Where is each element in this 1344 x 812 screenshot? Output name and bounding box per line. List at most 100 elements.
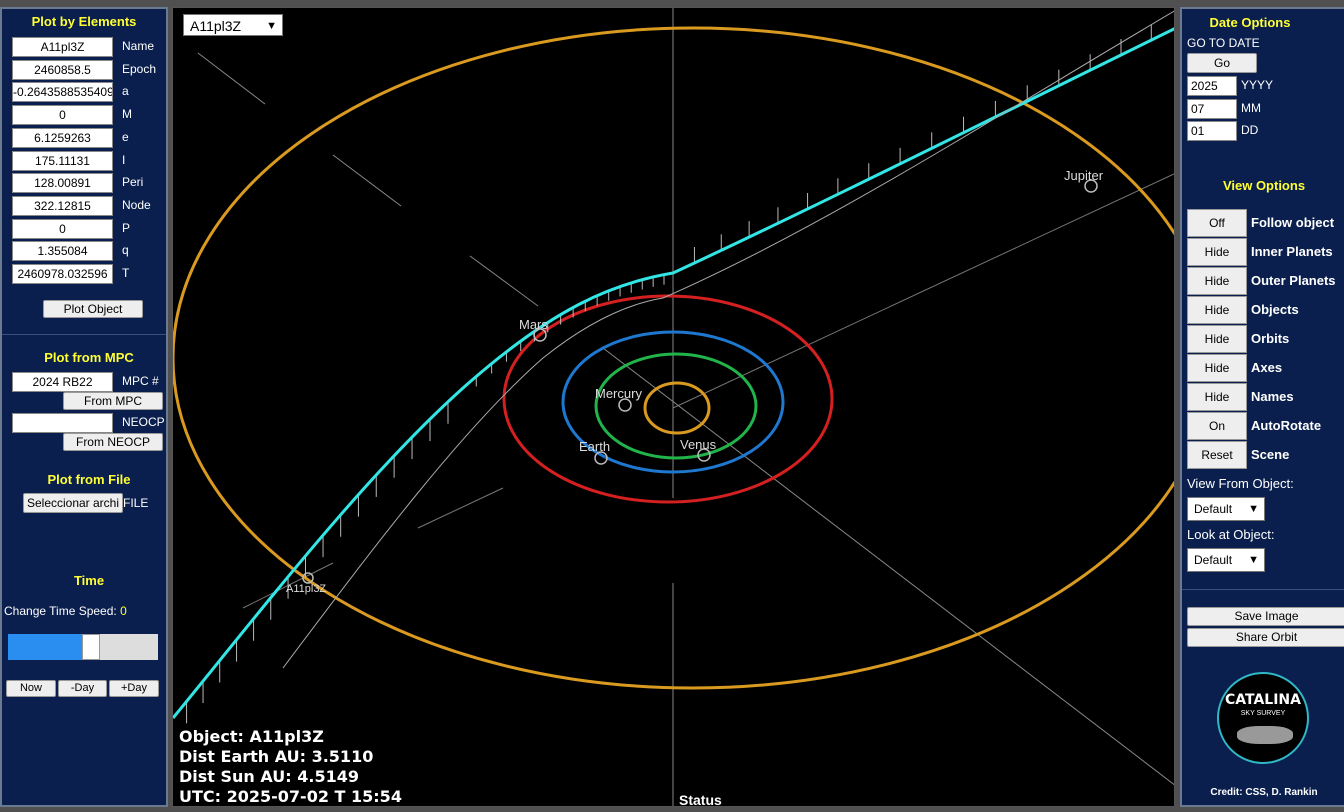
minus-day-button[interactable]: -Day (58, 680, 107, 697)
element-label-t: T (122, 266, 130, 280)
time-speed-row: Change Time Speed: 0 (4, 604, 127, 618)
speed-label: Change Time Speed: (4, 604, 117, 618)
chevron-down-icon: ▼ (266, 20, 277, 32)
axis-segment (469, 255, 539, 307)
comet-orbit-projection (282, 10, 1174, 669)
month-input[interactable]: 07 (1187, 99, 1237, 119)
view-label-objects: Objects (1251, 302, 1299, 317)
look-at-value: Default (1194, 553, 1233, 567)
element-field-node[interactable]: 322.12815 (12, 195, 113, 216)
view-toggle-follow-object[interactable]: Off (1187, 209, 1247, 237)
now-button[interactable]: Now (6, 680, 56, 697)
element-label-name: Name (122, 39, 155, 53)
element-field-i[interactable]: 175.11131 (12, 150, 113, 171)
mpc-title: Plot from MPC (44, 350, 134, 365)
look-at-select[interactable]: Default ▼ (1187, 548, 1265, 572)
goto-date-label: GO TO DATE (1187, 36, 1260, 50)
venus-label: Venus (680, 437, 717, 452)
divider (2, 334, 166, 335)
view-label-inner-planets: Inner Planets (1251, 244, 1333, 259)
view-label-outer-planets: Outer Planets (1251, 273, 1336, 288)
chevron-down-icon: ▼ (1248, 554, 1259, 566)
element-label-e: e (122, 129, 129, 144)
catalina-logo: CATALINA SKY SURVEY (1217, 672, 1309, 764)
element-field-e[interactable]: 6.1259263 (12, 127, 113, 148)
day-label: DD (1241, 123, 1259, 137)
credit-text: Credit: CSS, D. Rankin (1210, 787, 1318, 798)
view-toggle-scene[interactable]: Reset (1187, 441, 1247, 469)
comet-drop-lines (186, 24, 1152, 724)
speed-value: 0 (120, 604, 127, 618)
element-label-node: Node (122, 197, 151, 212)
view-label-orbits: Orbits (1251, 331, 1290, 346)
element-label-m: M (122, 107, 132, 122)
mars-label: Mars (519, 317, 548, 332)
elements-title: Plot by Elements (31, 14, 137, 29)
asteroid-icon (1237, 726, 1293, 744)
view-toggle-outer-planets[interactable]: Hide (1187, 267, 1247, 295)
logo-line1: CATALINA (1224, 692, 1301, 708)
file-title: Plot from File (47, 472, 131, 487)
view-toggle-inner-planets[interactable]: Hide (1187, 238, 1247, 266)
view-toggle-autorotate[interactable]: On (1187, 412, 1247, 440)
view-from-label: View From Object: (1187, 476, 1294, 491)
view-label-axes: Axes (1251, 360, 1283, 375)
orbit-canvas[interactable]: Mars Mercury Earth Venus Jupiter A11pl3Z (173, 8, 1175, 807)
date-options-title: Date Options (1209, 15, 1291, 30)
view-toggle-axes[interactable]: Hide (1187, 354, 1247, 382)
element-field-name[interactable]: A11pl3Z (12, 37, 113, 57)
neocp-input[interactable] (12, 413, 113, 433)
view-from-value: Default (1194, 502, 1233, 516)
view-from-select[interactable]: Default ▼ (1187, 497, 1265, 521)
status-label: Status (679, 792, 722, 807)
object-select-value: A11pl3Z (190, 18, 242, 34)
view-toggle-orbits[interactable]: Hide (1187, 325, 1247, 353)
plot-object-button[interactable]: Plot Object (43, 300, 143, 318)
element-label-q: q (122, 243, 129, 258)
element-label-p: P (122, 220, 131, 235)
z-axis (672, 173, 1174, 409)
info-dist-sun: Dist Sun AU: 4.5149 (179, 767, 359, 786)
slider-fill (8, 634, 83, 660)
day-input[interactable]: 01 (1187, 121, 1237, 141)
element-field-m[interactable]: 0 (12, 105, 113, 126)
view-toggle-names[interactable]: Hide (1187, 383, 1247, 411)
element-label-i: I (122, 152, 126, 167)
view-label-follow-object: Follow object (1251, 215, 1335, 230)
element-field-epoch[interactable]: 2460858.5 (12, 59, 113, 80)
go-button[interactable]: Go (1187, 53, 1257, 73)
axis-segment (197, 52, 266, 105)
element-label-a: a (122, 84, 129, 99)
element-field-a[interactable]: -0.26435885354096 (12, 82, 113, 103)
element-field-t[interactable]: 2460978.032596 (12, 264, 113, 284)
choose-file-button[interactable]: Seleccionar archi (23, 493, 123, 513)
save-image-button[interactable]: Save Image (1187, 607, 1344, 626)
mercury-label: Mercury (595, 386, 642, 401)
object-select[interactable]: A11pl3Z ▼ (183, 14, 283, 36)
element-field-peri[interactable]: 128.00891 (12, 173, 113, 194)
element-field-p[interactable]: 0 (12, 218, 113, 239)
divider (1182, 589, 1344, 590)
orbit-scene[interactable]: Mars Mercury Earth Venus Jupiter A11pl3Z… (172, 7, 1175, 807)
object-label: A11pl3Z (286, 583, 326, 595)
left-panel: Plot by Elements A11pl3Z Name 2460858.5 Epo… (0, 7, 168, 807)
look-at-label: Look at Object: (1187, 527, 1275, 542)
chevron-down-icon: ▼ (1248, 503, 1259, 515)
from-neocp-button[interactable]: From NEOCP (63, 433, 163, 451)
slider-thumb[interactable] (81, 634, 100, 660)
year-input[interactable]: 2025 (1187, 76, 1237, 96)
earth-label: Earth (579, 439, 610, 454)
info-utc: UTC: 2025-07-02 T 15:54 (179, 787, 402, 806)
neocp-label: NEOCP (122, 415, 165, 429)
share-orbit-button[interactable]: Share Orbit (1187, 628, 1344, 647)
axis-segment (417, 487, 504, 529)
view-options-title: View Options (1222, 178, 1306, 193)
time-speed-slider[interactable] (8, 634, 158, 660)
plus-day-button[interactable]: +Day (109, 680, 159, 697)
view-toggle-objects[interactable]: Hide (1187, 296, 1247, 324)
mpc-number-input[interactable]: 2024 RB22 (12, 372, 113, 392)
from-mpc-button[interactable]: From MPC (63, 392, 163, 410)
x-axis (602, 347, 1174, 786)
file-label: FILE (123, 496, 149, 510)
element-field-q[interactable]: 1.355084 (12, 241, 113, 262)
